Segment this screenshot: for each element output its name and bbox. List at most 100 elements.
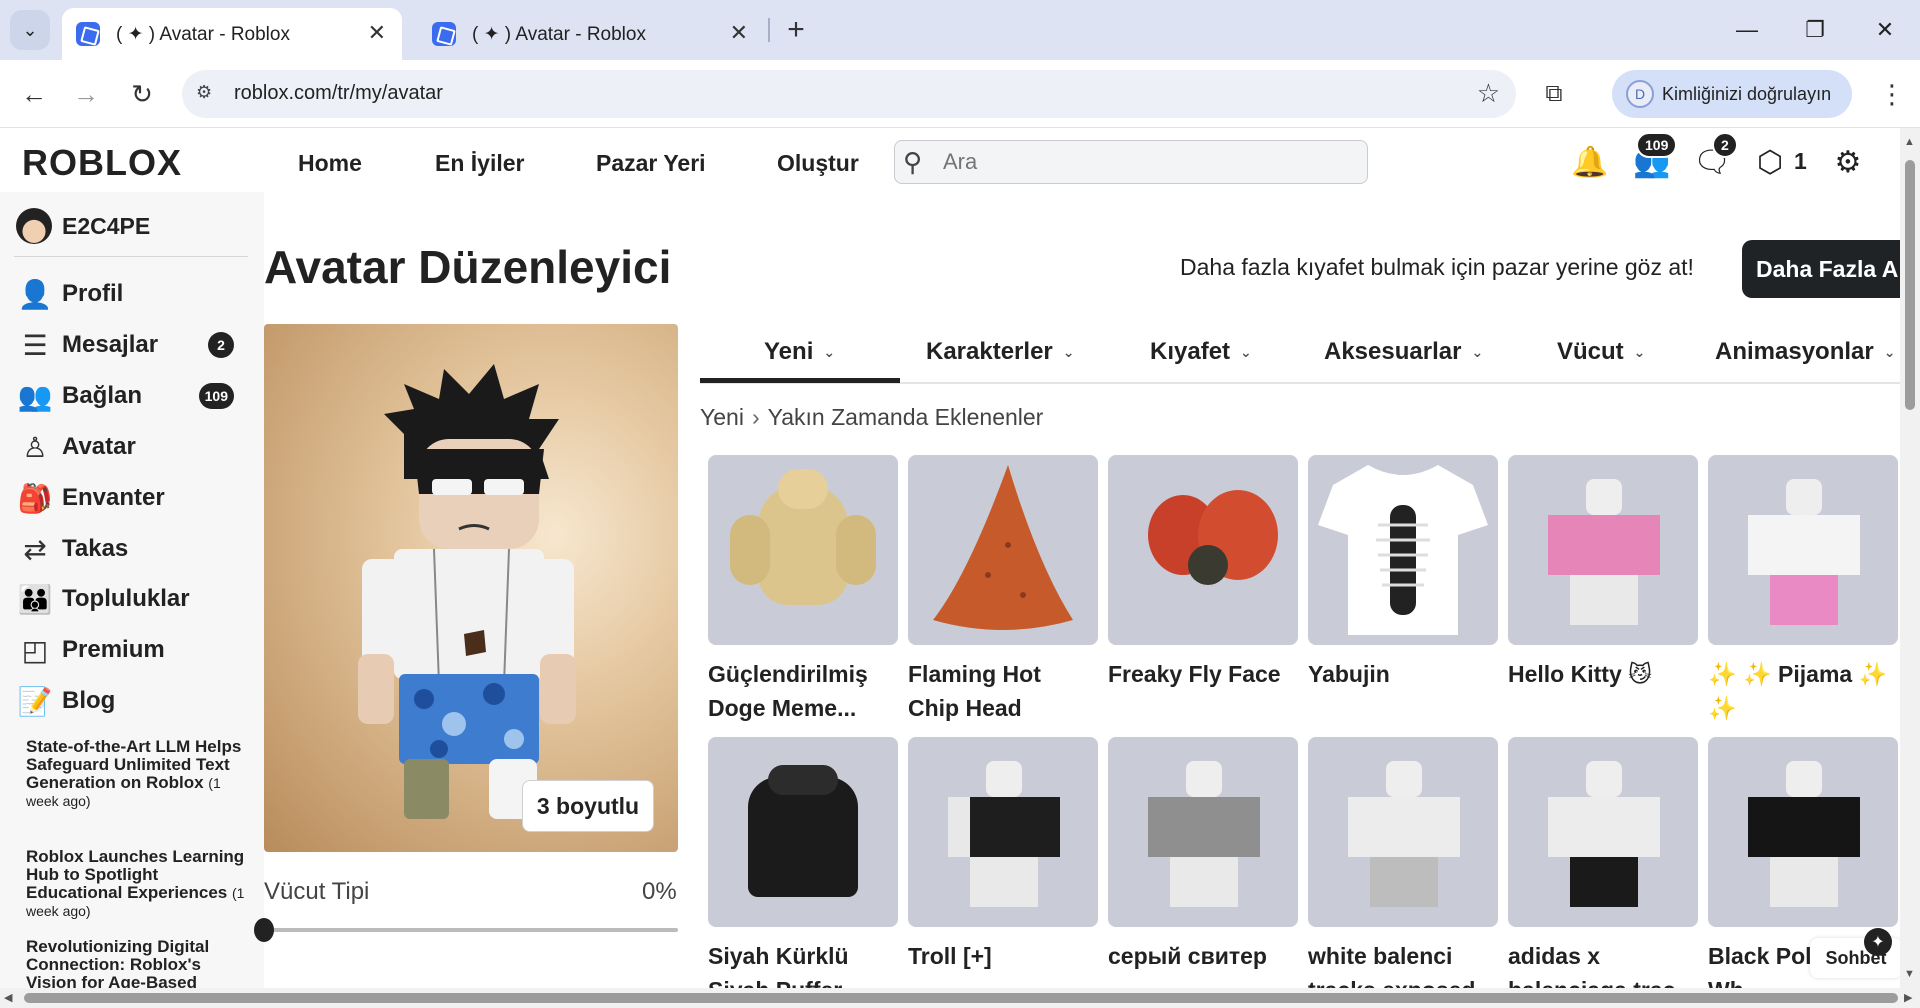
tab-clothing[interactable]: Kıyafet ⌄ — [1150, 338, 1252, 366]
sidebar-item-label: Avatar — [62, 433, 136, 460]
forward-button[interactable]: → — [66, 74, 106, 114]
bookmark-star-icon[interactable]: ☆ — [1477, 78, 1500, 109]
browser-tab-bar: ⌄ ( ✦ ) Avatar - Roblox ✕ ( ✦ ) Avatar -… — [0, 0, 1920, 60]
fly-icon — [1108, 455, 1298, 645]
sidebar-item-profile[interactable]: 👤 Profil — [18, 272, 248, 316]
get-more-button[interactable]: Daha Fazla A — [1742, 240, 1920, 298]
outfit-white-icon — [1308, 737, 1498, 927]
scroll-left-icon[interactable]: ◀ — [4, 991, 12, 1004]
tab-search-button[interactable]: ⌄ — [10, 10, 50, 50]
chip-icon — [908, 455, 1098, 645]
item-card[interactable]: Troll [+] — [908, 737, 1098, 1007]
item-card[interactable]: adidas x balenciaga trac — [1508, 737, 1698, 1007]
scroll-up-icon[interactable]: ▲ — [1904, 136, 1915, 148]
tab-accessories[interactable]: Aksesuarlar ⌄ — [1324, 338, 1483, 366]
chevron-down-icon: ⌄ — [1633, 343, 1646, 360]
tab-label: Vücut — [1557, 338, 1624, 365]
roblox-logo[interactable]: ROBLOX — [22, 142, 182, 184]
body-type-slider-handle[interactable] — [254, 918, 274, 942]
sidebar-item-label: Profil — [62, 280, 124, 307]
item-card[interactable]: Flaming Hot Chip Head — [908, 455, 1098, 725]
close-tab-icon[interactable]: ✕ — [368, 20, 386, 46]
item-card[interactable]: Freaky Fly Face — [1108, 455, 1298, 725]
notifications-bell-icon[interactable]: 🔔 — [1568, 140, 1612, 184]
tab-label: Aksesuarlar — [1324, 338, 1462, 365]
item-card[interactable]: white balenci tracks exposed — [1308, 737, 1498, 1007]
messages-icon: ☰ — [22, 329, 48, 361]
body-type-label: Vücut Tipi — [264, 878, 370, 905]
outfit-pajama-icon — [1708, 455, 1898, 645]
sidebar-item-groups[interactable]: 👪 Topluluklar — [18, 577, 248, 621]
outfit-adidas-icon — [1508, 737, 1698, 927]
blog-post-link[interactable]: Revolutionizing Digital Connection: Robl… — [26, 938, 246, 989]
item-card[interactable]: Hello Kitty 😼 — [1508, 455, 1698, 725]
sidebar-item-trade[interactable]: ⇄ Takas — [18, 527, 248, 571]
scrollbar-thumb[interactable] — [1905, 160, 1915, 410]
chevron-down-icon: ⌄ — [1062, 343, 1075, 360]
sidebar-item-blog[interactable]: 📝 Blog — [18, 679, 248, 723]
roblox-header: ROBLOX Home En İyiler Pazar Yeri Oluştur… — [0, 128, 1900, 194]
scroll-down-icon[interactable]: ▼ — [1904, 968, 1915, 980]
sidebar-item-premium[interactable]: ◰ Premium — [18, 628, 248, 672]
new-tab-button[interactable]: + — [776, 10, 816, 50]
robux-icon[interactable]: ⬡ — [1748, 140, 1792, 184]
blog-post-link[interactable]: State-of-the-Art LLM Helps Safeguard Unl… — [26, 738, 246, 810]
nav-marketplace[interactable]: Pazar Yeri — [596, 150, 706, 177]
sidebar-item-messages[interactable]: ☰ Mesajlar 2 — [18, 323, 248, 367]
sparkle-icon: ✦ — [1864, 928, 1892, 956]
nav-create[interactable]: Oluştur — [777, 150, 859, 177]
item-card[interactable]: Güçlendirilmiş Doge Meme... — [708, 455, 898, 725]
close-tab-icon[interactable]: ✕ — [730, 20, 748, 46]
chevron-down-icon: ⌄ — [1240, 343, 1252, 360]
item-card[interactable]: Siyah Kürklü Siyah Puffer — [708, 737, 898, 1007]
reload-button[interactable]: ↻ — [122, 74, 162, 114]
search-box[interactable]: ⚲ — [894, 140, 1368, 184]
verify-identity-button[interactable]: D Kimliğinizi doğrulayın — [1612, 70, 1852, 118]
search-input[interactable] — [943, 147, 1343, 177]
vertical-scrollbar[interactable]: ▲ ▼ — [1900, 128, 1920, 988]
tab-recent[interactable]: Yeni ⌄ — [764, 338, 835, 366]
blog-post-title: Roblox Launches Learning Hub to Spotligh… — [26, 847, 245, 902]
back-button[interactable]: ← — [14, 74, 54, 114]
minimize-button[interactable]: — — [1722, 12, 1772, 48]
avatar — [16, 208, 52, 244]
horizontal-scrollbar[interactable]: ◀ ▶ — [0, 988, 1920, 1008]
scroll-right-icon[interactable]: ▶ — [1904, 991, 1912, 1004]
doge-icon — [708, 455, 898, 645]
sidebar-user[interactable]: E2C4PE — [16, 208, 150, 244]
browser-menu-icon[interactable]: ⋮ — [1872, 74, 1912, 114]
chevron-down-icon: ⌄ — [22, 19, 38, 40]
settings-gear-icon[interactable]: ⚙ — [1826, 140, 1870, 184]
sidebar-item-label: Premium — [62, 636, 165, 663]
view-3d-toggle[interactable]: 3 boyutlu — [522, 780, 654, 832]
restore-button[interactable]: ❐ — [1790, 12, 1840, 48]
item-card[interactable]: ✨ ✨ Pijama ✨ ✨ — [1708, 455, 1898, 725]
blog-post-link[interactable]: Roblox Launches Learning Hub to Spotligh… — [26, 848, 246, 920]
username: E2C4PE — [62, 212, 151, 239]
sidebar-item-label: Mesajlar — [62, 331, 159, 358]
sidebar-item-friends[interactable]: 👥 Bağlan 109 — [18, 374, 248, 418]
tab-animations[interactable]: Animasyonlar ⌄ — [1715, 338, 1895, 366]
page-title: Avatar Düzenleyici — [264, 241, 672, 293]
browser-tab-1[interactable]: ( ✦ ) Avatar - Roblox ✕ — [62, 8, 402, 60]
groups-icon: 👪 — [17, 583, 53, 615]
extensions-icon[interactable]: ⧉ — [1534, 74, 1574, 114]
body-type-slider[interactable] — [264, 928, 678, 932]
person-icon: 👤 — [17, 278, 53, 310]
browser-tab-2[interactable]: ( ✦ ) Avatar - Roblox ✕ — [418, 8, 764, 60]
avatar-preview[interactable] — [264, 324, 678, 852]
breadcrumb-item[interactable]: Yeni — [700, 404, 744, 430]
sidebar-item-avatar[interactable]: ♙ Avatar — [18, 425, 248, 469]
item-card[interactable]: серый свитер — [1108, 737, 1298, 1007]
robux-count[interactable]: 1 — [1794, 148, 1807, 175]
site-info-icon[interactable]: ⚙ — [196, 82, 220, 106]
sidebar-item-inventory[interactable]: 🎒 Envanter — [18, 476, 248, 520]
item-card[interactable]: Yabujin — [1308, 455, 1498, 725]
address-bar[interactable]: ⚙ roblox.com/tr/my/avatar ☆ — [182, 70, 1516, 118]
tab-characters[interactable]: Karakterler ⌄ — [926, 338, 1074, 366]
close-window-button[interactable]: ✕ — [1860, 12, 1910, 48]
nav-top-charts[interactable]: En İyiler — [435, 150, 524, 177]
nav-home[interactable]: Home — [298, 150, 362, 177]
tab-body[interactable]: Vücut ⌄ — [1557, 338, 1645, 366]
scrollbar-thumb[interactable] — [24, 993, 1898, 1003]
